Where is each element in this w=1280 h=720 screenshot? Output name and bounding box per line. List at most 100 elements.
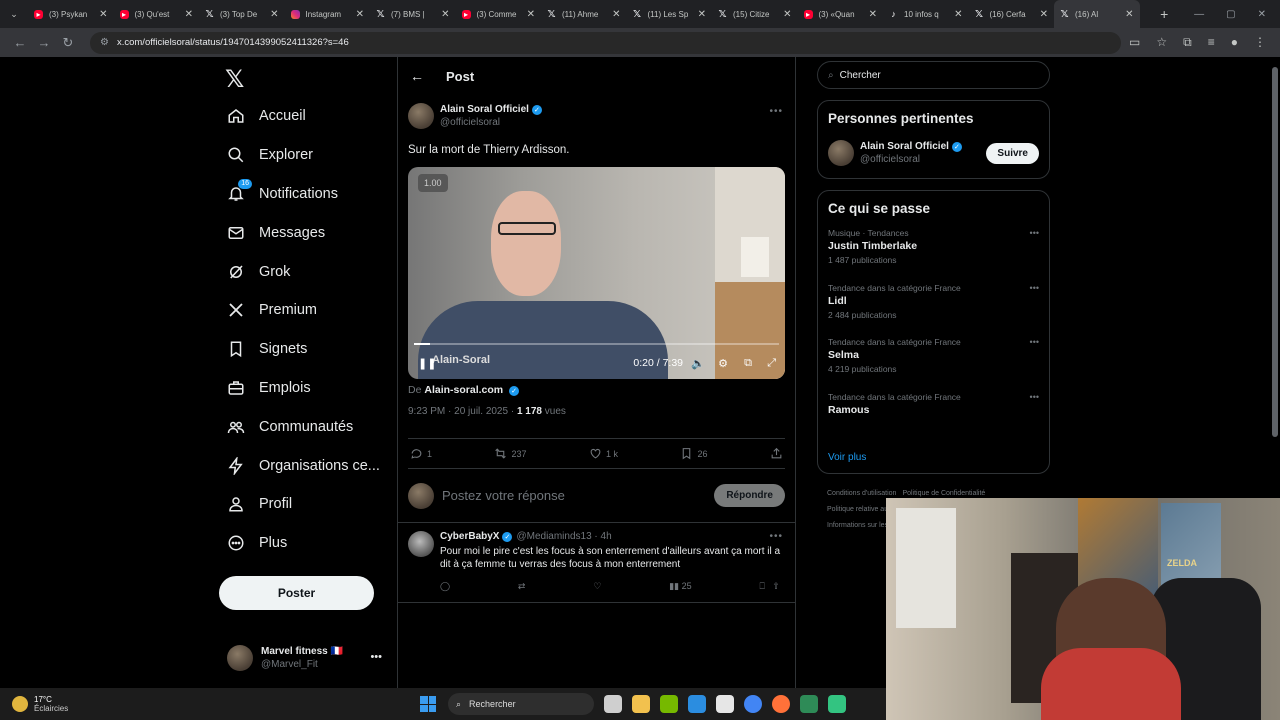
browser-tab[interactable]: 𝕏 (16) Cerfa ✕ xyxy=(969,0,1055,28)
repost-action[interactable]: 237 xyxy=(494,447,527,460)
windows-start-icon[interactable] xyxy=(420,696,436,712)
edge-icon[interactable] xyxy=(688,695,706,713)
browser-menu-icon[interactable]: ⋮ xyxy=(1254,35,1266,50)
weather-widget[interactable]: 17°C Éclaircies xyxy=(0,695,420,713)
video-progress-bar[interactable] xyxy=(414,343,779,345)
more-icon[interactable]: ••• xyxy=(1030,337,1039,347)
show-more-link[interactable]: Voir plus xyxy=(828,452,1039,463)
author-name[interactable]: Alain Soral Officiel xyxy=(440,104,529,115)
close-tab-icon[interactable]: ✕ xyxy=(869,9,877,20)
sidebar-item-plus[interactable]: Plus xyxy=(219,524,389,563)
sidebar-item-accueil[interactable]: Accueil xyxy=(219,97,389,136)
browser-tab[interactable]: ▸ (3) Comme ✕ xyxy=(456,0,542,28)
sidebar-item-profil[interactable]: Profil xyxy=(219,485,389,524)
reply-icon[interactable]: ◯ xyxy=(440,581,450,592)
minimize-button[interactable]: — xyxy=(1194,9,1204,20)
bookmark-star-icon[interactable]: ☆ xyxy=(1156,35,1167,50)
follow-button[interactable]: Suivre xyxy=(986,142,1039,164)
close-tab-icon[interactable]: ✕ xyxy=(954,9,962,20)
x-logo-icon[interactable]: 𝕏 xyxy=(225,65,244,94)
browser-tab[interactable]: ▸ (3) «Quan ✕ xyxy=(798,0,884,28)
fullscreen-icon[interactable]: ⤢ xyxy=(767,357,776,370)
heart-icon[interactable]: ♡ xyxy=(593,581,601,592)
trend-item[interactable]: Musique · Tendances Justin Timberlake 1 48… xyxy=(828,226,1039,281)
post-timestamp[interactable]: 9:23 PM · 20 juil. 2025 · xyxy=(408,406,517,417)
sidebar-item-organisations-ce[interactable]: Organisations ce... xyxy=(219,446,389,485)
browser-tab[interactable]: 𝕏 (7) BMS | ✕ xyxy=(370,0,456,28)
browser-tab[interactable]: 𝕏 (15) Citize ✕ xyxy=(712,0,798,28)
store-icon[interactable] xyxy=(716,695,734,713)
account-switcher[interactable]: Marvel fitness 🇫🇷 @Marvel_Fit ••• xyxy=(227,643,387,673)
avatar[interactable] xyxy=(408,531,434,557)
share-icon[interactable]: ⇧ xyxy=(772,581,780,591)
maximize-button[interactable]: ▢ xyxy=(1226,9,1235,20)
reply-action[interactable]: 1 xyxy=(410,447,432,460)
reading-list-icon[interactable]: ≡ xyxy=(1208,35,1215,50)
author-handle[interactable]: @officielsoral xyxy=(440,117,542,128)
browser-tab[interactable]: Instagram ✕ xyxy=(285,0,371,28)
close-tab-icon[interactable]: ✕ xyxy=(612,9,620,20)
forward-button[interactable]: → xyxy=(32,35,56,50)
source-link[interactable]: Alain-soral.com xyxy=(424,384,503,396)
browser-tab[interactable]: ▸ (3) Psykan ✕ xyxy=(28,0,114,28)
close-tab-icon[interactable]: ✕ xyxy=(527,9,535,20)
close-tab-icon[interactable]: ✕ xyxy=(698,9,706,20)
reload-button[interactable]: ↻ xyxy=(56,35,80,51)
trend-item[interactable]: Tendance dans la catégorie France Ramous •… xyxy=(828,390,1039,445)
footer-link[interactable]: Conditions d'utilisation xyxy=(827,490,896,497)
browser-tab[interactable]: 𝕏 (3) Top De ✕ xyxy=(199,0,285,28)
cast-icon[interactable]: ▭ xyxy=(1129,35,1140,50)
sidebar-item-signets[interactable]: Signets xyxy=(219,330,389,369)
footer-link[interactable]: Politique de Confidentialité xyxy=(902,490,985,497)
trend-item[interactable]: Tendance dans la catégorie France Selma 4 … xyxy=(828,335,1039,390)
more-icon[interactable]: ••• xyxy=(1030,283,1039,293)
tab-search-button[interactable]: ⌄ xyxy=(0,0,28,28)
trend-item[interactable]: Tendance dans la catégorie France Lidl 2 4… xyxy=(828,281,1039,336)
playback-speed[interactable]: 1.00 xyxy=(418,174,448,192)
file-explorer-icon[interactable] xyxy=(632,695,650,713)
comment-author-name[interactable]: CyberBabyX xyxy=(440,531,499,542)
post-button[interactable]: Poster xyxy=(219,576,374,610)
more-icon[interactable]: ••• xyxy=(1030,392,1039,402)
close-tab-icon[interactable]: ✕ xyxy=(1125,9,1133,20)
close-tab-icon[interactable]: ✕ xyxy=(185,9,193,20)
chrome-icon[interactable] xyxy=(744,695,762,713)
close-tab-icon[interactable]: ✕ xyxy=(99,9,107,20)
profile-icon[interactable]: ● xyxy=(1231,35,1238,50)
reply-button[interactable]: Répondre xyxy=(714,484,785,507)
more-icon[interactable]: ••• xyxy=(769,106,783,117)
site-info-icon[interactable]: ⚙ xyxy=(100,37,109,48)
sidebar-item-premium[interactable]: Premium xyxy=(219,291,389,330)
search-input[interactable]: ⌕ Chercher xyxy=(817,61,1050,89)
close-tab-icon[interactable]: ✕ xyxy=(1040,9,1048,20)
nvidia-icon[interactable] xyxy=(660,695,678,713)
more-icon[interactable]: ••• xyxy=(1030,228,1039,238)
obs-icon[interactable] xyxy=(828,695,846,713)
reply-input[interactable]: Postez votre réponse xyxy=(442,488,714,503)
scrollbar[interactable] xyxy=(1272,67,1278,437)
url-field[interactable]: ⚙ x.com/officielsoral/status/19470143990… xyxy=(90,31,1122,54)
firefox-icon[interactable] xyxy=(772,695,790,713)
new-tab-button[interactable]: + xyxy=(1152,6,1176,22)
task-view-icon[interactable] xyxy=(604,695,622,713)
sidebar-item-notifications[interactable]: 16 Notifications xyxy=(219,175,389,214)
sidebar-item-communautés[interactable]: Communautés xyxy=(219,407,389,446)
picture-in-picture-icon[interactable]: ⧉ xyxy=(744,357,752,370)
share-action[interactable] xyxy=(770,447,783,460)
avatar[interactable] xyxy=(828,140,854,166)
browser-tab[interactable]: 𝕏 (11) Ahme ✕ xyxy=(541,0,627,28)
settings-icon[interactable]: ⚙ xyxy=(718,357,728,370)
bookmark-action[interactable]: 26 xyxy=(680,447,707,460)
close-tab-icon[interactable]: ✕ xyxy=(783,9,791,20)
close-window-button[interactable]: ✕ xyxy=(1258,9,1266,20)
pause-icon[interactable]: ❚❚ xyxy=(418,357,436,370)
browser-tab[interactable]: 𝕏 (16) Al ✕ xyxy=(1054,0,1140,28)
back-arrow-icon[interactable]: ← xyxy=(410,68,424,84)
extensions-icon[interactable]: ⧉ xyxy=(1183,35,1192,50)
browser-tab[interactable]: ▸ (3) Qu'est ✕ xyxy=(114,0,200,28)
repost-icon[interactable]: ⇄ xyxy=(518,581,526,592)
relevant-name[interactable]: Alain Soral Officiel xyxy=(860,141,949,152)
app-icon[interactable] xyxy=(800,695,818,713)
views-action[interactable]: ▮▮ 25 xyxy=(669,581,691,592)
back-button[interactable]: ← xyxy=(8,35,32,50)
